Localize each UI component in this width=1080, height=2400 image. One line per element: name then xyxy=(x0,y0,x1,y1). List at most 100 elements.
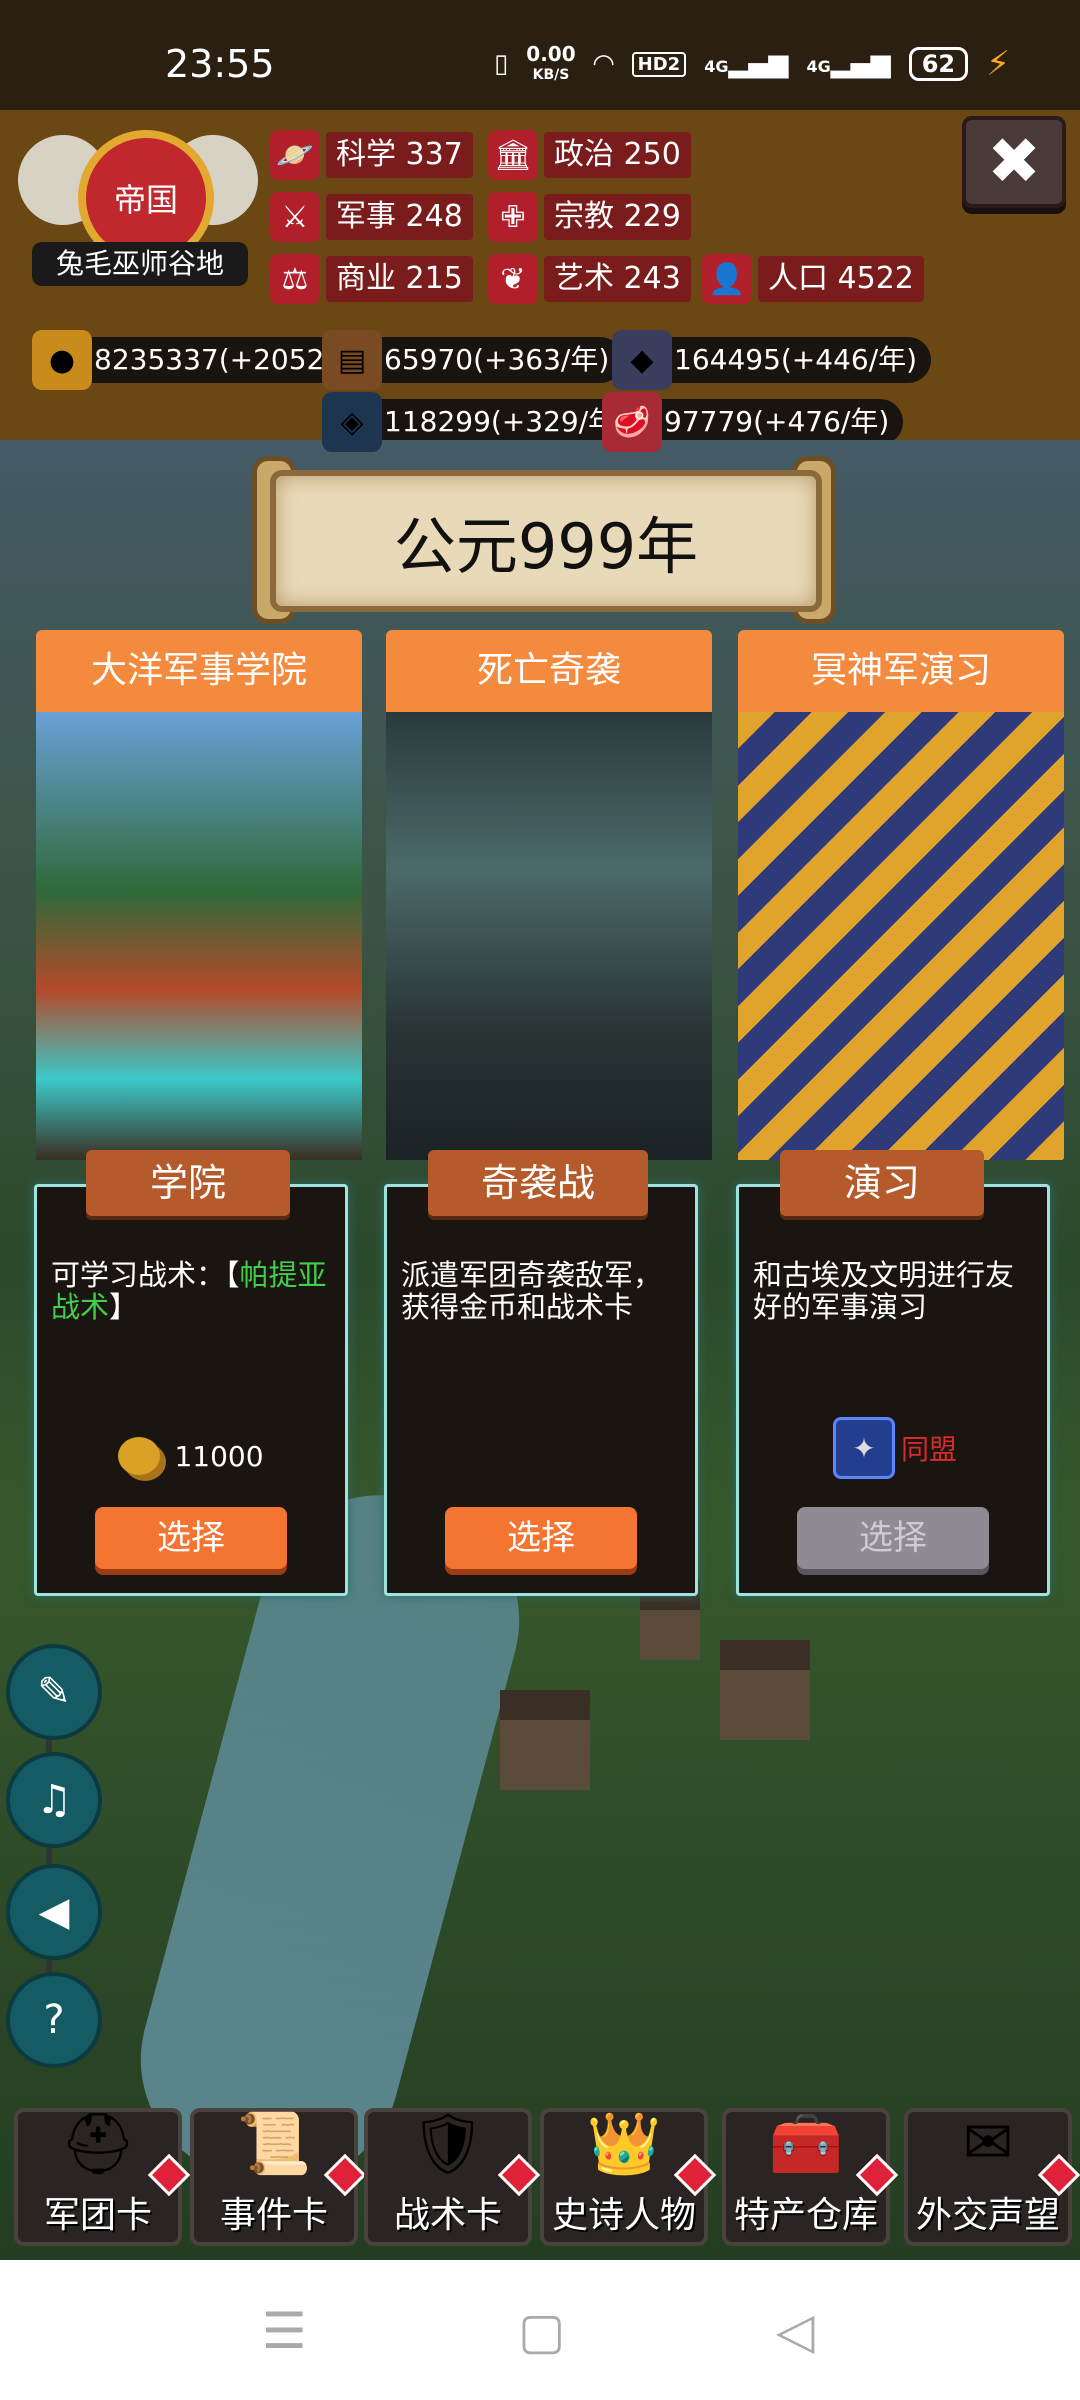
stat-population: 👤 人口 4522 xyxy=(702,254,924,304)
envelope-icon: ✉ xyxy=(962,2108,1014,2178)
resource-crystal-value: 118299(+329/年) xyxy=(372,399,642,445)
resource-ore: ◆ 164495(+446/年) xyxy=(612,330,932,390)
description-prefix: 可学习战术：【 xyxy=(51,1258,240,1292)
dark-city-illustration xyxy=(386,712,712,1160)
house-icon xyxy=(500,1690,590,1790)
wood-logs-icon: ▤ xyxy=(322,330,382,390)
card-title: 死亡奇袭 xyxy=(386,630,712,738)
select-button[interactable]: 选择 xyxy=(95,1507,287,1569)
card-info-academy: 可学习战术：【帕提亚战术】 11000 选择 xyxy=(34,1184,348,1596)
select-button-disabled[interactable]: 选择 xyxy=(797,1507,989,1569)
resource-ore-value: 164495(+446/年) xyxy=(662,337,932,383)
card-title: 大洋军事学院 xyxy=(36,630,362,738)
resource-meat-value: 97779(+476/年) xyxy=(652,399,904,445)
stat-commerce: ⚖ 商业 215 xyxy=(270,254,473,304)
close-button[interactable]: ✖ xyxy=(962,116,1066,208)
signal-label-2: 4G xyxy=(806,57,831,76)
battery-icon: 62 xyxy=(908,47,969,81)
scales-icon: ⚖ xyxy=(270,254,320,304)
nation-emblem[interactable]: 帝国 兔毛巫师谷地 xyxy=(5,120,271,300)
system-nav-bar: ☰ ▢ ◁ xyxy=(0,2260,1080,2400)
stat-commerce-value: 215 xyxy=(405,261,463,296)
scroll-icon: 📜 xyxy=(236,2108,312,2179)
resource-meat: 🥩 97779(+476/年) xyxy=(602,392,904,452)
stat-military: ⚔ 军事 248 xyxy=(270,192,473,242)
cost-display: 11000 xyxy=(37,1437,345,1475)
menu-specialty-warehouse[interactable]: 🧰 特产仓库 xyxy=(722,2108,899,2246)
helmet-icon: ⛑ xyxy=(59,2108,137,2179)
stat-science-value: 337 xyxy=(405,137,463,172)
clock: 23:55 xyxy=(165,42,275,86)
crossed-swords-icon: ⚔ xyxy=(270,192,320,242)
stat-politics-label: 政治 xyxy=(554,137,614,172)
stat-commerce-label: 商业 xyxy=(336,261,396,296)
menu-label: 军团卡 xyxy=(43,2195,152,2236)
crystal-icon: ◈ xyxy=(322,392,382,452)
log-button[interactable]: ✎ xyxy=(6,1644,102,1740)
net-speed: 0.00 KB/S xyxy=(526,41,576,84)
resource-panel: 帝国 兔毛巫师谷地 🪐 科学 337 🏛 政治 250 ⚔ 军事 248 ✙ 宗… xyxy=(0,110,1080,452)
planet-icon: 🪐 xyxy=(270,130,320,180)
wifi-icon: ◠ xyxy=(593,49,614,79)
menu-label: 事件卡 xyxy=(219,2195,328,2236)
shield-swords-icon: 🛡 xyxy=(409,2108,487,2179)
event-card-raid[interactable]: 死亡奇袭 xyxy=(386,630,712,1160)
help-button[interactable]: ? xyxy=(6,1972,102,2068)
stat-art-label: 艺术 xyxy=(554,261,614,296)
year-banner: 公元999年 xyxy=(270,470,822,612)
music-toggle-button[interactable]: ♫ xyxy=(6,1752,102,1848)
home-icon[interactable]: ▢ xyxy=(518,2302,565,2360)
hd-icon: HD2 xyxy=(631,51,687,77)
question-icon: ? xyxy=(43,1997,65,2043)
signal-icon-1: 4G▂▄▆ xyxy=(704,49,789,79)
card-description: 派遣军团奇袭敌军，获得金币和战术卡 xyxy=(401,1258,663,1324)
army-formation-illustration xyxy=(738,712,1064,1160)
crown-icon: 👑 xyxy=(586,2108,662,2179)
select-button[interactable]: 选择 xyxy=(445,1507,637,1569)
menu-diplomacy[interactable]: ✉ 外交声望 xyxy=(904,2108,1080,2246)
stat-religion: ✙ 宗教 229 xyxy=(488,192,691,242)
status-bar: 23:55 ▯ 0.00 KB/S ◠ HD2 4G▂▄▆ 4G▂▄▆ 62 ⚡ xyxy=(0,0,1080,110)
stat-military-label: 军事 xyxy=(336,199,396,234)
ore-rock-icon: ◆ xyxy=(612,330,672,390)
nation-name: 兔毛巫师谷地 xyxy=(32,242,248,286)
sound-button[interactable]: ◀ xyxy=(6,1864,102,1960)
card-info-exercise: 和古埃及文明进行友好的军事演习 ✦ 同盟 选择 xyxy=(736,1184,1050,1596)
stat-science: 🪐 科学 337 xyxy=(270,130,473,180)
menu-event-cards[interactable]: 📜 事件卡 xyxy=(190,2108,367,2246)
menu-tactic-cards[interactable]: 🛡 战术卡 xyxy=(364,2108,541,2246)
charging-icon: ⚡ xyxy=(986,44,1010,84)
stat-politics: 🏛 政治 250 xyxy=(488,130,691,180)
stat-population-value: 4522 xyxy=(837,261,914,296)
vibrate-icon: ▯ xyxy=(493,49,509,79)
resource-wood-value: 65970(+363/年) xyxy=(372,337,624,383)
ally-requirement: ✦ 同盟 xyxy=(833,1417,957,1479)
chest-icon: 🧰 xyxy=(768,2108,844,2179)
academy-illustration xyxy=(36,712,362,1160)
art-icon: ❦ xyxy=(488,254,538,304)
stat-military-value: 248 xyxy=(405,199,463,234)
signal-icon-2: 4G▂▄▆ xyxy=(806,49,891,79)
house-icon xyxy=(720,1640,810,1740)
card-tag: 演习 xyxy=(780,1150,984,1216)
signal-label-1: 4G xyxy=(704,57,729,76)
speaker-icon: ◀ xyxy=(38,1889,70,1935)
stat-religion-label: 宗教 xyxy=(554,199,614,234)
gold-coins-icon xyxy=(118,1437,161,1475)
music-off-icon: ♫ xyxy=(36,1777,72,1823)
stat-art: ❦ 艺术 243 xyxy=(488,254,691,304)
gold-coins-icon: ● xyxy=(32,330,92,390)
menu-icon[interactable]: ☰ xyxy=(262,2302,307,2360)
menu-epic-heroes[interactable]: 👑 史诗人物 xyxy=(540,2108,717,2246)
card-description: 可学习战术：【帕提亚战术】 xyxy=(51,1259,331,1323)
back-icon[interactable]: ◁ xyxy=(776,2302,814,2360)
net-speed-value: 0.00 xyxy=(526,41,576,66)
resource-crystal: ◈ 118299(+329/年) xyxy=(322,392,642,452)
net-speed-unit: KB/S xyxy=(532,66,570,83)
event-card-academy[interactable]: 大洋军事学院 xyxy=(36,630,362,1160)
card-info-raid: 派遣军团奇袭敌军，获得金币和战术卡 选择 xyxy=(384,1184,698,1596)
stat-politics-value: 250 xyxy=(623,137,681,172)
menu-legion-cards[interactable]: ⛑ 军团卡 xyxy=(14,2108,191,2246)
event-card-exercise[interactable]: 冥神军演习 xyxy=(738,630,1064,1160)
stat-religion-value: 229 xyxy=(623,199,681,234)
